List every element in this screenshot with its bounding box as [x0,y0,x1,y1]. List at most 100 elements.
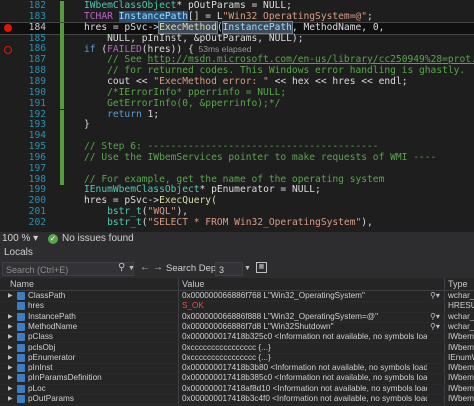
expand-arrow-icon[interactable]: ▶ [8,394,13,404]
variable-value[interactable]: 0x000000066886f888 L"Win32_OperatingSyst… [182,312,427,322]
arrow-right-icon[interactable]: → [153,262,163,273]
change-marker [60,98,64,110]
code-line[interactable]: 199 IEnumWbemClassObject* pEnumerator = N… [0,185,474,196]
search-icon[interactable]: ⚲ [118,262,125,273]
code-line[interactable]: 200 hres = pSvc->ExecQuery( [0,195,474,207]
variable-icon [17,384,25,393]
expand-arrow-icon[interactable]: ▶ [8,363,13,373]
variable-icon [17,343,25,352]
change-marker [60,55,64,67]
change-marker [60,66,64,77]
code-text: } [84,119,90,131]
line-number: 202 [28,217,46,228]
variable-value[interactable]: 0x000000066886f768 L"Win32_OperatingSyst… [182,291,427,301]
grid-header: Name Value Type [0,278,474,291]
change-marker [60,142,64,153]
variable-name: pEnumerator [28,352,76,362]
arrow-left-icon[interactable]: ← [140,262,150,273]
code-line[interactable]: 190 /*IErrorInfo* pperrinfo = NULL; [0,87,474,99]
change-marker [60,1,64,12]
change-marker [60,11,64,23]
expand-arrow-icon[interactable]: ▶ [8,353,13,363]
variable-icon [17,333,25,342]
locals-grid: Name Value Type ▶ ClassPath 0x000000066886… [0,278,474,406]
variable-name: ClassPath [28,291,66,300]
change-marker [60,44,64,56]
locals-row[interactable]: ▶ pOutParams 0x000000017418b3c4f0 <Informa… [0,394,474,406]
change-marker [60,131,64,143]
variable-name: MethodName [28,321,78,331]
code-editor[interactable]: 182 IWbemClassObject* pOutParams = NULL;… [0,0,474,232]
expand-arrow-icon[interactable]: ▶ [8,322,13,332]
code-line[interactable]: 197 [0,162,474,175]
change-marker [60,109,64,121]
expand-arrow-icon[interactable]: ▶ [8,343,13,353]
visualizer-icon[interactable]: ⚲▾ [430,291,440,301]
chevron-down-icon[interactable]: ▼ [244,265,251,272]
variable-name: pInInst [28,363,53,373]
code-line[interactable]: 192 return 1; [0,108,474,121]
variable-value[interactable]: 0x000000017418b385c0 <Information not av… [182,373,427,383]
change-marker [60,22,64,34]
variable-type: IWbemC [448,394,474,403]
visualizer-icon[interactable]: ⚲▾ [430,322,440,332]
change-marker [60,174,64,186]
code-line[interactable]: 196 // Use the IWbemServices pointer to … [0,152,474,164]
variable-value[interactable]: 0xcccccccccccccccc {...} [182,353,427,363]
variable-name: pclsObj [28,342,56,352]
msdn-link[interactable]: http://msdn.microsoft.com/en-us/library/… [148,54,474,65]
search-input[interactable]: Search (Ctrl+E) [2,262,134,276]
column-header-name[interactable]: Name [10,278,34,290]
variable-type: HRESULT [448,301,474,311]
code-line[interactable]: 202 bstr_t("SELECT * FROM Win32_Operatin… [0,217,474,229]
variable-type: IWbemC [448,332,474,342]
breakpoint-outline-icon[interactable] [4,45,12,54]
code-text: return 1; [107,108,160,120]
variable-value[interactable]: 0x000000066886f7d8 L"Win32Shutdown" [182,322,427,332]
code-line[interactable]: 191 GetErrorInfo(0, &pperrinfo);*/ [0,98,474,110]
variable-value[interactable]: 0x000000017418b3b80 <Information not ava… [182,363,427,373]
variable-value[interactable]: S_OK [182,301,427,311]
variable-type: IWbemC [448,342,474,352]
zoom-level[interactable]: 100 % ▾ [2,233,38,244]
elapsed-time-hint: 53ms elapsed [193,44,252,55]
expand-arrow-icon[interactable]: ▶ [8,384,13,394]
expand-arrow-icon[interactable]: ▶ [8,373,13,383]
issues-status[interactable]: No issues found [62,233,134,244]
expand-arrow-icon[interactable]: ▶ [8,332,13,342]
search-depth-select[interactable]: 3 [215,262,243,276]
code-text: bstr_t("SELECT * FROM Win32_OperatingSys… [107,217,373,228]
variable-type: IWbemL [448,383,474,393]
variable-name: pLoc [28,383,46,393]
variable-value[interactable]: 0x000000017418b3c4f0 <Information not av… [182,394,427,404]
expand-arrow-icon[interactable]: ▶ [8,291,13,301]
variable-type: wchar_t[ [448,321,474,331]
chevron-down-icon[interactable]: ▼ [128,265,135,272]
column-header-value[interactable]: Value [182,278,204,290]
change-marker [60,120,64,132]
change-marker [60,87,64,99]
variable-value[interactable]: 0x000000017418b325c0 <Information not av… [182,332,427,342]
variable-type: wchar_t[ [448,291,474,300]
variable-icon [17,395,25,403]
code-text: NULL, pInInst, &pOutParams, NULL); [84,32,304,44]
line-number: 197 [28,162,46,174]
visualizer-icon[interactable]: ⚲▾ [430,312,440,322]
variable-icon [17,374,25,383]
line-number: 184 [28,21,46,33]
variable-value[interactable]: 0x000000017418af8d10 <Information not av… [182,384,427,394]
breakpoint-icon[interactable] [4,24,12,33]
code-line[interactable]: 185 NULL, pInInst, &pOutParams, NULL); [0,32,474,45]
code-line[interactable]: 193 } [0,119,474,132]
expand-arrow-icon[interactable]: ▶ [8,312,13,322]
change-marker [60,33,64,45]
variable-type: IWbemC [448,363,474,373]
variable-type: IWbemC [448,373,474,383]
view-options-icon[interactable]: ▦ [256,262,267,273]
variable-value[interactable]: 0xcccccccccccccccc {...} [182,343,427,353]
variable-type: IEnumW [448,352,474,362]
panel-title: Locals [0,246,474,260]
column-header-type[interactable]: Type [448,278,468,290]
locals-toolbar: Search (Ctrl+E) ⚲ ▼ ← → Search Depth: 3 … [0,260,474,278]
variable-icon [17,322,25,331]
